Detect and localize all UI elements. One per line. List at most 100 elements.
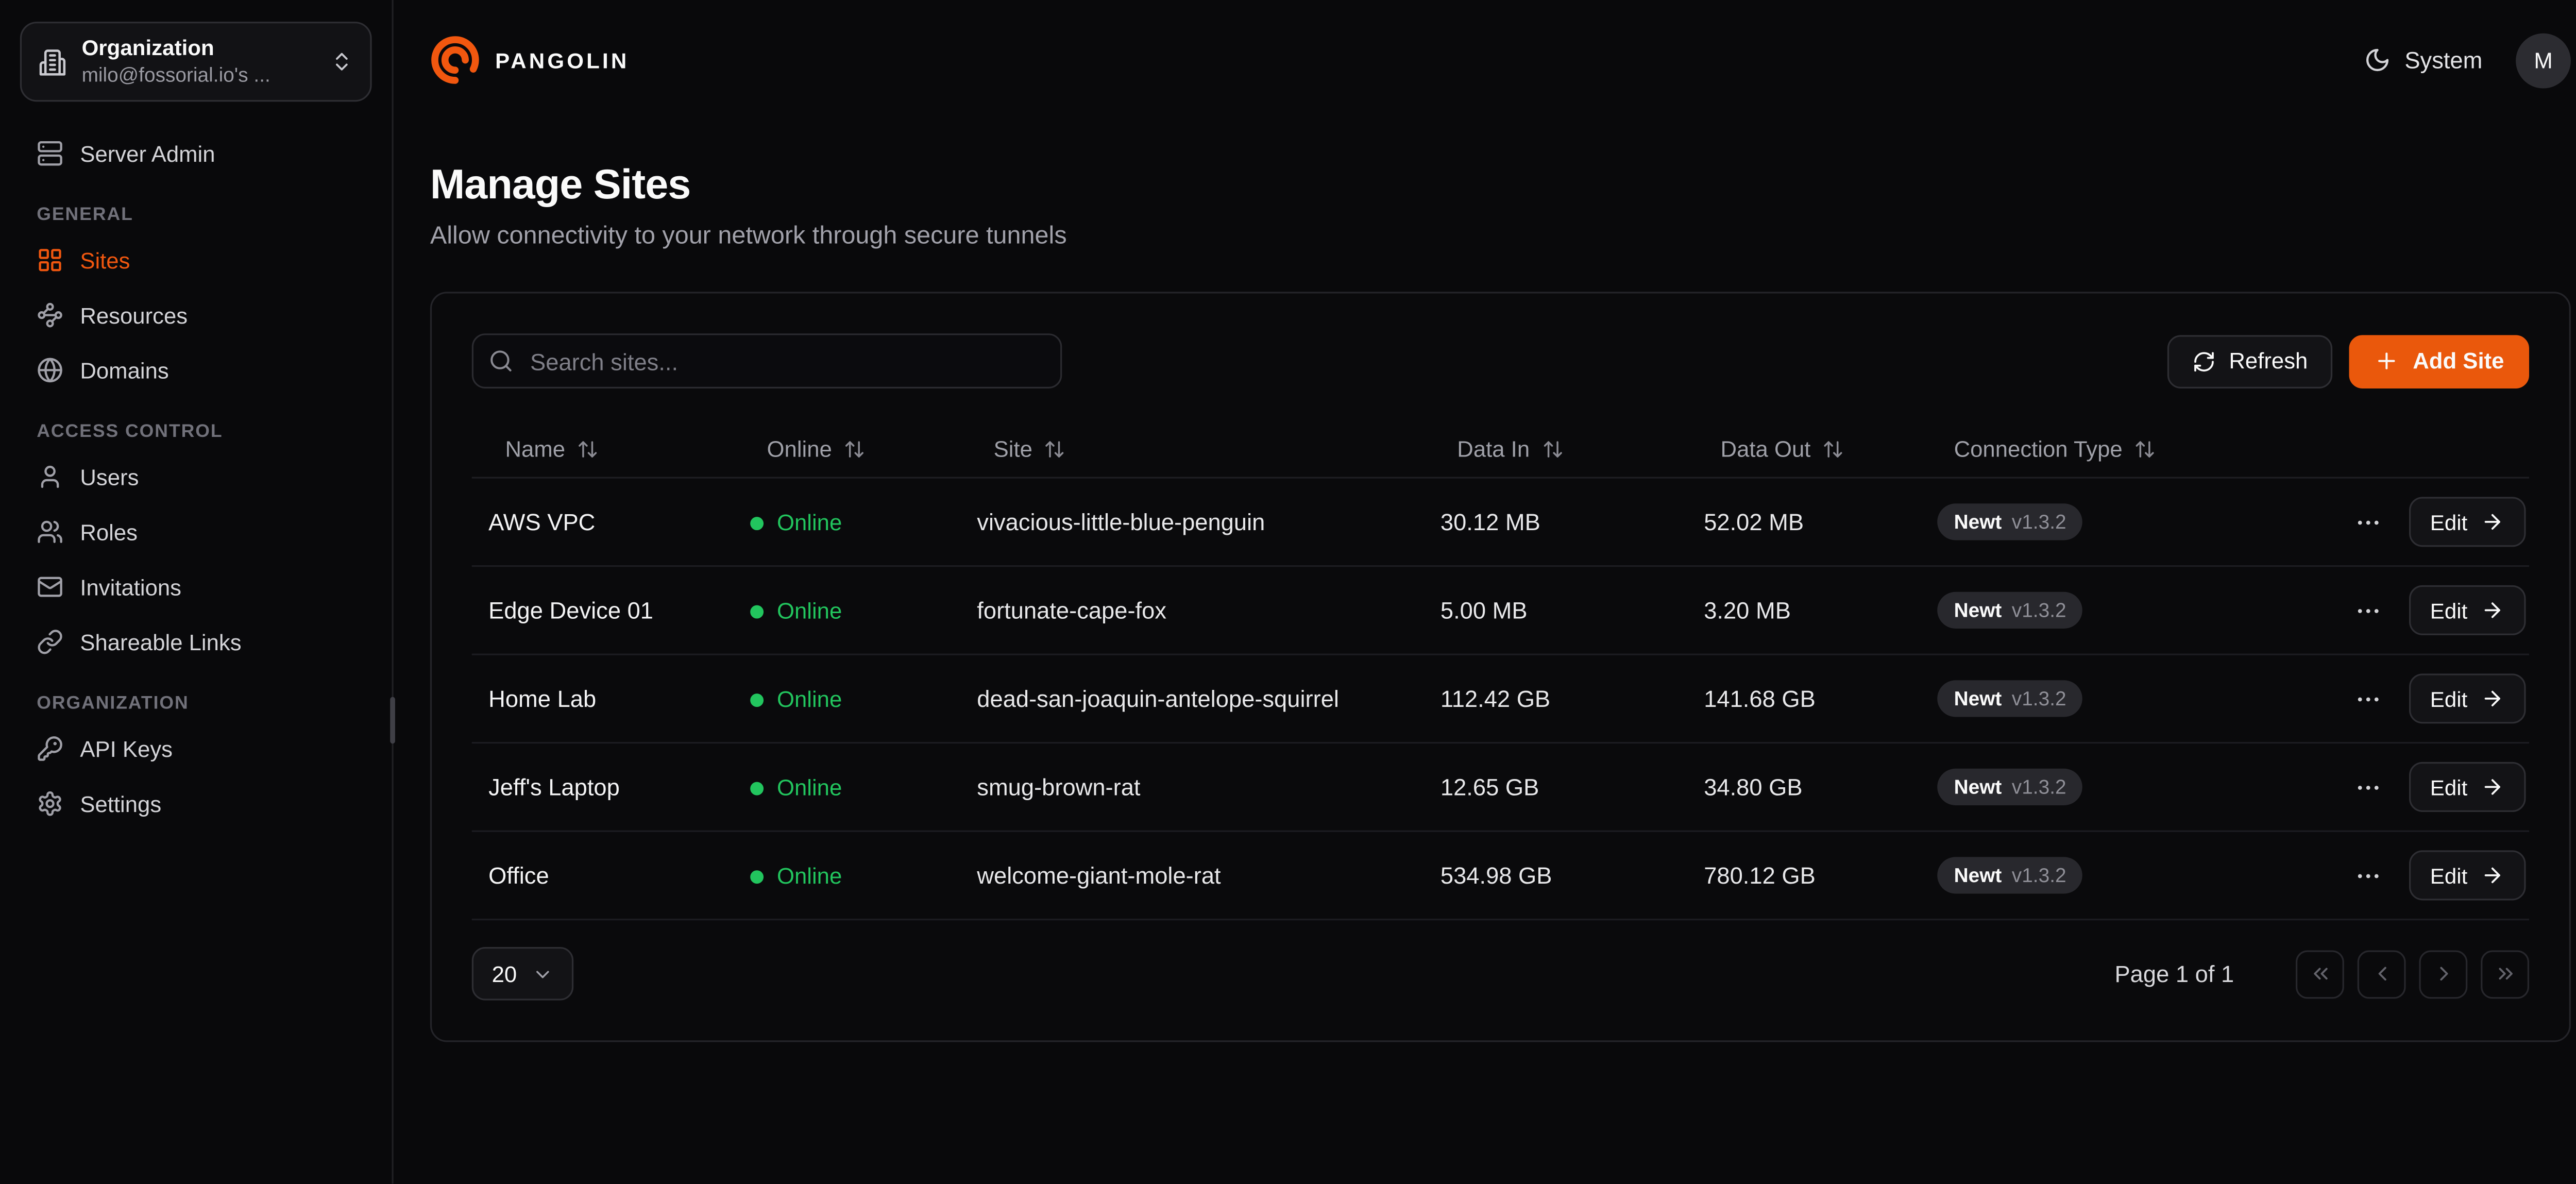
- sidebar-item-roles[interactable]: Roles: [20, 508, 372, 557]
- pagination: Page 1 of 1: [2114, 950, 2529, 998]
- org-switcher-title: Organization: [82, 35, 315, 63]
- ellipsis-icon: [2353, 596, 2382, 624]
- edit-button[interactable]: Edit: [2409, 673, 2526, 723]
- edit-button[interactable]: Edit: [2409, 850, 2526, 900]
- main-content: PANGOLIN System M Manage Sites Allow con…: [394, 0, 2576, 1184]
- first-page-button[interactable]: [2296, 950, 2344, 998]
- sidebar-item-shareable-links[interactable]: Shareable Links: [20, 618, 372, 668]
- status-dot-icon: [750, 605, 764, 618]
- site-name: Edge Device 01: [472, 597, 734, 623]
- search-input[interactable]: [472, 333, 1062, 388]
- sidebar-item-server-admin[interactable]: Server Admin: [20, 129, 372, 179]
- sidebar-item-label: Shareable Links: [80, 630, 241, 655]
- edit-button[interactable]: Edit: [2409, 585, 2526, 635]
- sidebar-item-domains[interactable]: Domains: [20, 346, 372, 396]
- theme-toggle[interactable]: System: [2365, 47, 2483, 74]
- last-page-button[interactable]: [2481, 950, 2529, 998]
- data-out-value: 780.12 GB: [1687, 862, 1921, 889]
- row-menu-button[interactable]: [2350, 769, 2385, 804]
- column-label: Site: [994, 437, 1032, 462]
- column-header-online[interactable]: Online: [734, 437, 960, 462]
- sidebar-item-label: API Keys: [80, 737, 173, 762]
- edit-button-label: Edit: [2430, 774, 2468, 800]
- sort-icon: [2134, 438, 2156, 460]
- sort-icon: [844, 438, 866, 460]
- sidebar-item-label: Resources: [80, 303, 188, 329]
- sidebar-item-resources[interactable]: Resources: [20, 291, 372, 341]
- edit-button[interactable]: Edit: [2409, 497, 2526, 547]
- client-version: v1.3.2: [2012, 599, 2066, 622]
- client-version: v1.3.2: [2012, 687, 2066, 710]
- org-switcher-subtitle: milo@fossorial.io's ...: [82, 63, 315, 89]
- sites-card: Refresh Add Site Name Online Site Data I…: [430, 292, 2571, 1042]
- search-icon: [488, 348, 514, 374]
- row-menu-button[interactable]: [2350, 681, 2385, 716]
- sidebar-item-users[interactable]: Users: [20, 453, 372, 503]
- column-header-data-in[interactable]: Data In: [1424, 437, 1687, 462]
- site-name: Office: [472, 862, 734, 889]
- gear-icon: [37, 791, 63, 818]
- client-name: Newt: [1954, 510, 2002, 533]
- client-name: Newt: [1954, 775, 2002, 799]
- chevron-down-icon: [532, 963, 553, 985]
- sidebar-item-label: Server Admin: [80, 142, 215, 167]
- toolbar-actions: Refresh Add Site: [2167, 334, 2529, 388]
- refresh-button[interactable]: Refresh: [2167, 334, 2333, 388]
- data-out-value: 3.20 MB: [1687, 597, 1921, 623]
- column-label: Online: [767, 437, 832, 462]
- site-name: Jeff's Laptop: [472, 774, 734, 801]
- sidebar-item-sites[interactable]: Sites: [20, 236, 372, 286]
- building-icon: [38, 48, 66, 76]
- edit-button-label: Edit: [2430, 598, 2468, 623]
- column-header-name[interactable]: Name: [472, 437, 734, 462]
- theme-toggle-label: System: [2404, 47, 2482, 74]
- edit-button-label: Edit: [2430, 863, 2468, 888]
- page-title: Manage Sites: [430, 160, 2571, 210]
- sidebar: Organization milo@fossorial.io's ... Ser…: [0, 0, 394, 1184]
- sidebar-scrollbar[interactable]: [390, 697, 395, 744]
- chevrons-left-icon: [2308, 962, 2331, 985]
- ellipsis-icon: [2353, 684, 2382, 713]
- client-name: Newt: [1954, 687, 2002, 710]
- sort-icon: [1822, 438, 1844, 460]
- refresh-icon: [2192, 349, 2215, 373]
- status-badge: Online: [750, 511, 842, 536]
- site-name: AWS VPC: [472, 509, 734, 535]
- org-switcher-texts: Organization milo@fossorial.io's ...: [82, 35, 315, 89]
- column-header-data-out[interactable]: Data Out: [1687, 437, 1921, 462]
- page-size-select[interactable]: 20: [472, 947, 573, 1001]
- client-version: v1.3.2: [2012, 864, 2066, 887]
- arrow-right-icon: [2481, 687, 2504, 710]
- status-badge: Online: [750, 864, 842, 889]
- sidebar-item-settings[interactable]: Settings: [20, 780, 372, 830]
- edit-button-label: Edit: [2430, 510, 2468, 535]
- status-label: Online: [777, 687, 842, 713]
- ellipsis-icon: [2353, 861, 2382, 889]
- add-site-button[interactable]: Add Site: [2349, 334, 2529, 388]
- page-info: Page 1 of 1: [2114, 960, 2234, 987]
- sidebar-item-invitations[interactable]: Invitations: [20, 563, 372, 613]
- next-page-button[interactable]: [2419, 950, 2467, 998]
- column-header-connection-type[interactable]: Connection Type: [1921, 437, 2251, 462]
- row-menu-button[interactable]: [2350, 858, 2385, 893]
- sidebar-item-label: Sites: [80, 248, 130, 274]
- avatar[interactable]: M: [2516, 32, 2571, 88]
- prev-page-button[interactable]: [2358, 950, 2406, 998]
- sidebar-item-api-keys[interactable]: API Keys: [20, 724, 372, 774]
- data-in-value: 12.65 GB: [1424, 774, 1687, 801]
- site-slug: welcome-giant-mole-rat: [960, 862, 1424, 889]
- moon-icon: [2365, 47, 2392, 74]
- column-header-site[interactable]: Site: [960, 437, 1424, 462]
- org-switcher[interactable]: Organization milo@fossorial.io's ...: [20, 22, 372, 103]
- row-menu-button[interactable]: [2350, 504, 2385, 539]
- table-row: Edge Device 01 Online fortunate-cape-fox…: [472, 567, 2529, 655]
- status-label: Online: [777, 864, 842, 889]
- sidebar-item-label: Invitations: [80, 575, 181, 600]
- sidebar-item-label: Users: [80, 465, 139, 490]
- row-menu-button[interactable]: [2350, 593, 2385, 628]
- connection-type-badge: Newtv1.3.2: [1937, 857, 2083, 893]
- data-out-value: 34.80 GB: [1687, 774, 1921, 801]
- arrow-right-icon: [2481, 775, 2504, 799]
- edit-button[interactable]: Edit: [2409, 762, 2526, 812]
- status-label: Online: [777, 599, 842, 624]
